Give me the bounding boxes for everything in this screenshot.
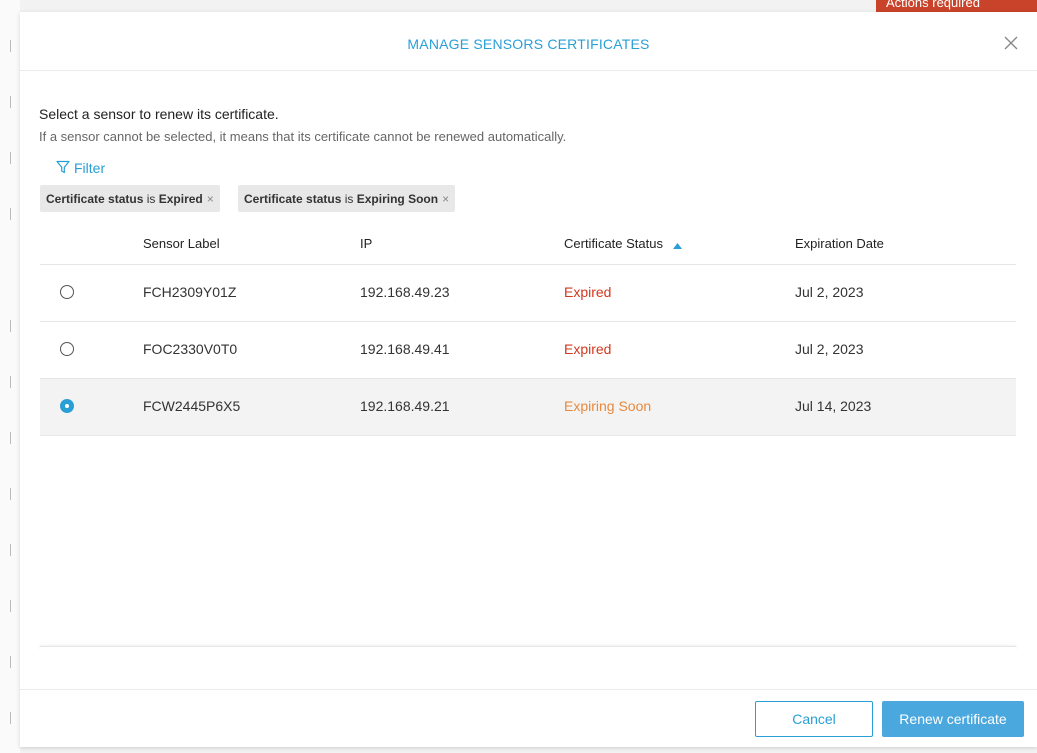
column-header-certificate-status[interactable]: Certificate Status — [564, 236, 682, 252]
row-radio[interactable] — [60, 285, 74, 299]
background-tick — [10, 320, 11, 332]
ip-cell: 192.168.49.23 — [360, 284, 450, 300]
column-header-sensor-label[interactable]: Sensor Label — [143, 236, 220, 251]
certificate-status-cell: Expired — [564, 341, 612, 357]
chip-value: Expired — [158, 191, 203, 206]
chip-operator: is — [344, 191, 354, 206]
background-tick — [10, 376, 11, 388]
chip-value: Expiring Soon — [356, 191, 439, 206]
background-page-edge — [0, 0, 20, 753]
sensor-label-cell: FOC2330V0T0 — [143, 341, 238, 357]
background-tick — [10, 152, 11, 164]
certificate-status-cell: Expiring Soon — [564, 398, 652, 414]
renew-certificate-button[interactable]: Renew certificate — [882, 701, 1024, 737]
chip-field: Certificate status — [244, 191, 342, 206]
background-tick — [10, 488, 11, 500]
sensor-label-cell: FCH2309Y01Z — [143, 284, 237, 300]
instruction-note: If a sensor cannot be selected, it means… — [39, 129, 567, 144]
filter-button[interactable]: Filter — [56, 159, 105, 177]
certificate-status-cell: Expired — [564, 284, 612, 300]
sensors-table: Sensor Label IP Certificate Status Expir… — [40, 226, 1016, 436]
filter-chip-expiring-soon[interactable]: Certificate status is Expiring Soon × — [238, 185, 456, 212]
filter-chip-expired[interactable]: Certificate status is Expired × — [40, 185, 220, 212]
background-tick — [10, 208, 11, 220]
sensor-label-cell: FCW2445P6X5 — [143, 398, 241, 414]
table-row[interactable]: FOC2330V0T0 192.168.49.41 Expired Jul 2,… — [40, 322, 1016, 379]
actions-required-label: Actions required — [886, 0, 980, 10]
background-tick — [10, 600, 11, 612]
chip-operator: is — [146, 191, 156, 206]
background-tick — [10, 432, 11, 444]
modal-footer: Cancel Renew certificate — [20, 689, 1037, 748]
table-header: Sensor Label IP Certificate Status Expir… — [40, 226, 1016, 265]
background-tick — [10, 544, 11, 556]
expiration-date-cell: Jul 2, 2023 — [795, 341, 864, 357]
modal-header: MANAGE SENSORS CERTIFICATES — [20, 12, 1037, 71]
row-radio[interactable] — [60, 342, 74, 356]
ip-cell: 192.168.49.21 — [360, 398, 450, 414]
remove-chip-icon[interactable]: × — [207, 192, 214, 206]
background-tick — [10, 712, 11, 724]
sort-asc-icon[interactable] — [672, 237, 682, 252]
remove-chip-icon[interactable]: × — [442, 192, 449, 206]
filter-icon — [56, 160, 70, 177]
expiration-date-cell: Jul 14, 2023 — [795, 398, 872, 414]
table-bottom-divider — [40, 646, 1016, 651]
filter-label: Filter — [74, 160, 106, 176]
table-row-selected[interactable]: FCW2445P6X5 192.168.49.21 Expiring Soon … — [40, 379, 1016, 436]
table-row[interactable]: FCH2309Y01Z 192.168.49.23 Expired Jul 2,… — [40, 265, 1016, 322]
row-radio-selected[interactable] — [60, 399, 74, 413]
expiration-date-cell: Jul 2, 2023 — [795, 284, 864, 300]
column-header-expiration-date[interactable]: Expiration Date — [795, 236, 884, 251]
cancel-button[interactable]: Cancel — [755, 701, 873, 737]
chip-field: Certificate status — [46, 191, 144, 206]
background-tick — [10, 40, 11, 52]
manage-certificates-modal: MANAGE SENSORS CERTIFICATES Select a sen… — [20, 12, 1037, 747]
certificate-status-header-label: Certificate Status — [564, 236, 663, 251]
instruction-text: Select a sensor to renew its certificate… — [39, 106, 279, 122]
close-icon[interactable] — [1002, 34, 1020, 52]
ip-cell: 192.168.49.41 — [360, 341, 450, 357]
background-tick — [10, 656, 11, 668]
modal-title: MANAGE SENSORS CERTIFICATES — [407, 36, 650, 52]
column-header-ip[interactable]: IP — [360, 236, 372, 251]
background-tick — [10, 96, 11, 108]
